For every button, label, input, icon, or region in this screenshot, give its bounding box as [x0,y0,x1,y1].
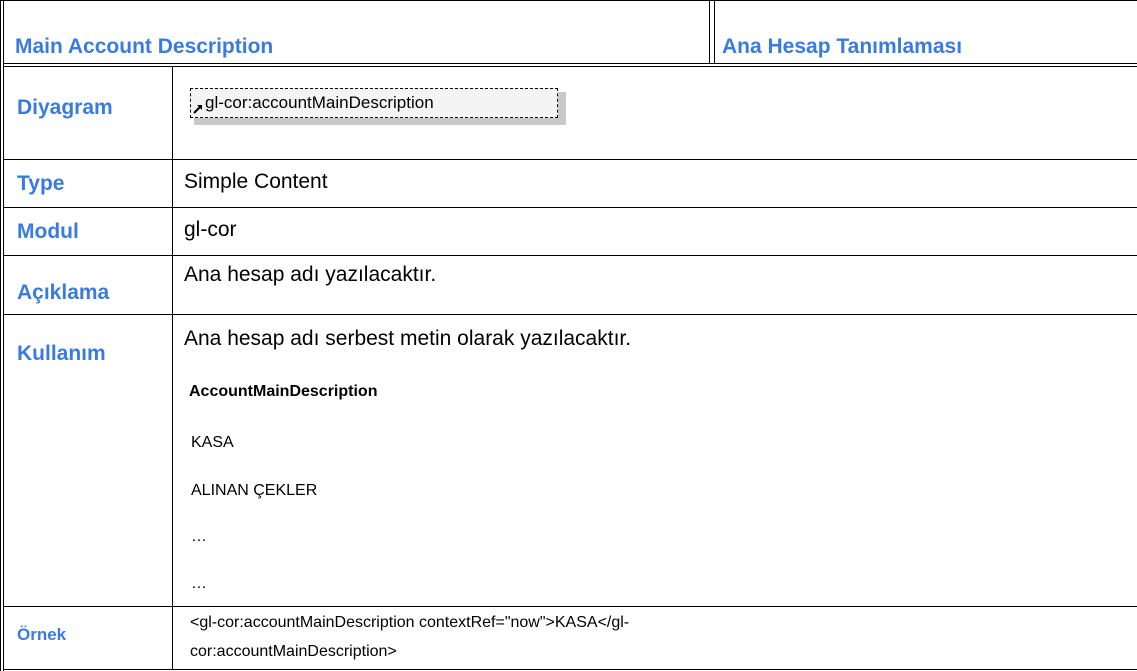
row-value-cell: gl-cor:accountMainDescription [174,67,1137,159]
row-label-cell: Type [4,160,173,207]
row-label-cell: Kullanım [4,315,173,606]
reference-arrow-icon [193,105,202,114]
ornek-code-line: cor:accountMainDescription> [190,643,397,660]
row-label-cell: Açıklama [4,256,173,314]
type-value: Simple Content [184,170,328,193]
row-label: Kullanım [17,342,106,365]
diagram-element-name: gl-cor:accountMainDescription [205,93,434,112]
diagram-element-box: gl-cor:accountMainDescription [190,88,566,125]
kullanim-value: Ana hesap adı serbest metin olarak yazıl… [184,327,632,350]
row-label: Diyagram [17,96,113,119]
row-label: Type [17,172,65,195]
row-value-cell: Ana hesap adı serbest metin olarak yazıl… [174,315,1137,606]
row-diagram: Diyagram gl-cor:accountMainDescription [4,67,1137,159]
example-item: … [191,575,207,592]
example-item: ALINAN ÇEKLER [191,482,318,499]
row-value-cell: Ana hesap adı yazılacaktır. [174,256,1137,314]
aciklama-value: Ana hesap adı yazılacaktır. [184,263,437,286]
row-label: Açıklama [17,281,110,304]
example-item: … [191,528,207,545]
row-aciklama: Açıklama Ana hesap adı yazılacaktır. [4,256,1137,314]
example-heading: AccountMainDescription [189,383,378,400]
row-kullanim: Kullanım Ana hesap adı serbest metin ola… [4,315,1137,606]
header-cell-english: Main Account Description [4,1,710,63]
row-label: Modul [17,220,79,243]
header-title-turkish: Ana Hesap Tanımlaması [722,35,963,58]
row-ornek: Örnek <gl-cor:accountMainDescription con… [4,607,1137,670]
row-label-cell: Diyagram [4,67,173,159]
row-modul: Modul gl-cor [4,208,1137,255]
example-item: KASA [191,434,234,451]
table-header: Main Account Description Ana Hesap Tanım… [4,1,1137,63]
header-cell-turkish: Ana Hesap Tanımlaması [715,1,1137,63]
header-title-english: Main Account Description [15,35,274,58]
row-type: Type Simple Content [4,160,1137,207]
modul-value: gl-cor [184,218,237,241]
row-value-cell: gl-cor [174,208,1137,255]
row-label-cell: Örnek [4,607,173,670]
row-label-cell: Modul [4,208,173,255]
row-label: Örnek [17,625,67,644]
table-bottom-border [4,669,1137,670]
row-value-cell: <gl-cor:accountMainDescription contextRe… [174,607,1137,670]
ornek-code-line: <gl-cor:accountMainDescription contextRe… [190,614,630,631]
row-value-cell: Simple Content [174,160,1137,207]
